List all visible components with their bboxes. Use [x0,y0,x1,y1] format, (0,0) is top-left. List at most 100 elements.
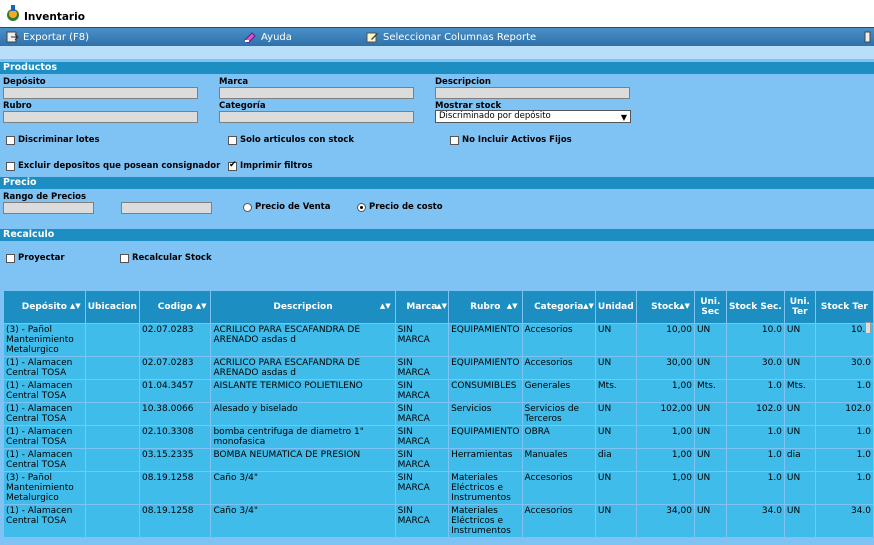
table-row[interactable]: (1) - Alamacen Central TOSA 02.10.3308 bom… [3,425,874,449]
cell-ubicacion [84,356,140,380]
recalcular-stock-box[interactable] [120,253,129,263]
cell-marca: SIN MARCA [394,448,450,472]
proyectar-box[interactable] [6,253,15,263]
col-header-deposito[interactable]: Depósito ▲▼ [3,290,86,324]
solo-con-stock-checkbox[interactable]: Solo articulos con stock [228,135,354,145]
descripcion-field[interactable] [435,87,630,99]
sort-icon: ▲▼ [436,302,448,310]
table-row[interactable]: (3) - Pañol Mantenimiento Metalurgico 02.… [3,323,874,357]
col-header-label: Categoria [534,302,584,312]
no-activos-fijos-checkbox[interactable]: No Incluir Activos Fijos [450,135,572,145]
proyectar-label: Proyectar [18,253,65,263]
title-bar: Inventario [0,0,874,27]
select-columns-label: Seleccionar Columnas Reporte [383,31,537,43]
recalcular-stock-checkbox[interactable]: Recalcular Stock [120,253,212,263]
cell-uni-ter: UN [783,356,816,380]
col-header-label: Stock Ter [820,302,868,312]
cell-categoria: Generales [521,379,596,403]
table-row[interactable]: (1) - Alamacen Central TOSA 08.19.1258 Cañ… [3,504,874,538]
excluir-consignador-box[interactable] [6,161,15,171]
cell-ubicacion [84,402,140,426]
precio-venta-radio[interactable]: Precio de Venta [243,202,330,212]
app-logo-icon [7,5,19,21]
sort-icon: ▲▼ [379,302,391,310]
table-row[interactable]: (1) - Alamacen Central TOSA 03.15.2335 BOM… [3,448,874,472]
table-row[interactable]: (1) - Alamacen Central TOSA 01.04.3457 AIS… [3,379,874,403]
excluir-consignador-checkbox[interactable]: Excluir depositos que posean consignador [6,161,220,171]
recalcular-stock-label: Recalcular Stock [132,253,212,263]
table-row[interactable]: (1) - Alamacen Central TOSA 02.07.0283 ACR… [3,356,874,380]
col-header-unidad[interactable]: Unidad [594,290,637,324]
solo-con-stock-box[interactable] [228,135,237,145]
cell-categoria: Accesorios [521,471,596,505]
cell-uni-ter: UN [783,323,816,357]
col-header-categoria[interactable]: Categoria ▲▼ [521,290,596,324]
export-label: Exportar (F8) [23,31,90,43]
col-header-uni-ter[interactable]: Uni. Ter [783,290,816,324]
precio-costo-dot[interactable] [357,202,366,212]
cell-deposito: (1) - Alamacen Central TOSA [3,504,86,538]
cell-stock: 1,00 [635,448,695,472]
mostrar-stock-select[interactable]: Discriminado por depósito ▼ [435,110,631,123]
marca-field[interactable] [219,87,414,99]
col-header-descripcion[interactable]: Descripcion ▲▼ [210,290,396,324]
col-header-uni-sec[interactable]: Uni. Sec [693,290,727,324]
cell-stock: 1,00 [635,425,695,449]
table-row[interactable]: (3) - Pañol Mantenimiento Metalurgico 08.… [3,471,874,505]
rubro-field[interactable] [3,111,198,123]
help-button[interactable]: Ayuda [244,31,292,43]
cell-ubicacion [84,448,140,472]
export-button[interactable]: Exportar (F8) [6,31,89,43]
col-header-label: Unidad [597,302,634,312]
cell-deposito: (1) - Alamacen Central TOSA [3,425,86,449]
no-activos-fijos-label: No Incluir Activos Fijos [462,135,572,145]
col-header-stock-ter[interactable]: Stock Ter [814,290,874,334]
col-header-marca[interactable]: Marca ▲▼ [394,290,450,324]
mostrar-stock-value: Discriminado por depósito [439,111,551,121]
deposito-field[interactable] [3,87,198,99]
col-header-stock-sec[interactable]: Stock Sec. [725,290,785,324]
scrollbar-thumb[interactable] [865,322,871,334]
no-activos-fijos-box[interactable] [450,135,459,145]
cell-deposito: (1) - Alamacen Central TOSA [3,356,86,380]
col-header-rubro[interactable]: Rubro ▲▼ [448,290,523,324]
cell-categoria: Servicios de Terceros [521,402,596,426]
categoria-field[interactable] [219,111,414,123]
col-header-ubicacion[interactable]: Ubicacion [84,290,140,324]
discriminar-lotes-box[interactable] [6,135,15,145]
imprimir-filtros-label: Imprimir filtros [240,161,313,171]
select-columns-button[interactable]: Seleccionar Columnas Reporte [366,31,536,43]
deposito-label: Depósito [3,77,46,87]
precio-venta-dot[interactable] [243,202,252,212]
imprimir-filtros-box[interactable] [228,160,237,171]
cell-marca: SIN MARCA [394,323,450,357]
cell-uni-ter: dia [783,448,816,472]
cell-stock-sec: 1.0 [725,448,785,472]
cell-marca: SIN MARCA [394,402,450,426]
col-header-label: Codigo [157,302,193,312]
discriminar-lotes-checkbox[interactable]: Discriminar lotes [6,135,100,145]
cell-stock-sec: 10.0 [725,323,785,357]
cell-rubro: Materiales Eléctricos e Instrumentos [448,471,523,505]
cell-unidad: UN [594,402,637,426]
col-header-stock[interactable]: Stock ▲▼ [635,290,695,324]
imprimir-filtros-checkbox[interactable]: Imprimir filtros [228,160,313,171]
precio-costo-radio[interactable]: Precio de costo [357,202,443,212]
sort-icon: ▲▼ [583,302,594,310]
precio-hasta-field[interactable] [121,202,212,214]
columns-edit-icon [366,32,378,43]
col-header-codigo[interactable]: Codigo ▲▼ [138,290,212,324]
precio-desde-field[interactable] [3,202,94,214]
toolbar-overflow-button[interactable] [864,31,872,43]
proyectar-checkbox[interactable]: Proyectar [6,253,65,263]
col-header-label: Uni. Ter [789,297,810,317]
cell-codigo: 03.15.2335 [138,448,212,472]
cell-unidad: UN [594,356,637,380]
table-row[interactable]: (1) - Alamacen Central TOSA 10.38.0066 Ale… [3,402,874,426]
col-header-label: Rubro [470,302,501,312]
cell-rubro: Herramientas [448,448,523,472]
cell-deposito: (1) - Alamacen Central TOSA [3,448,86,472]
cell-uni-ter: UN [783,504,816,538]
cell-categoria: OBRA [521,425,596,449]
categoria-label: Categoría [219,101,266,111]
